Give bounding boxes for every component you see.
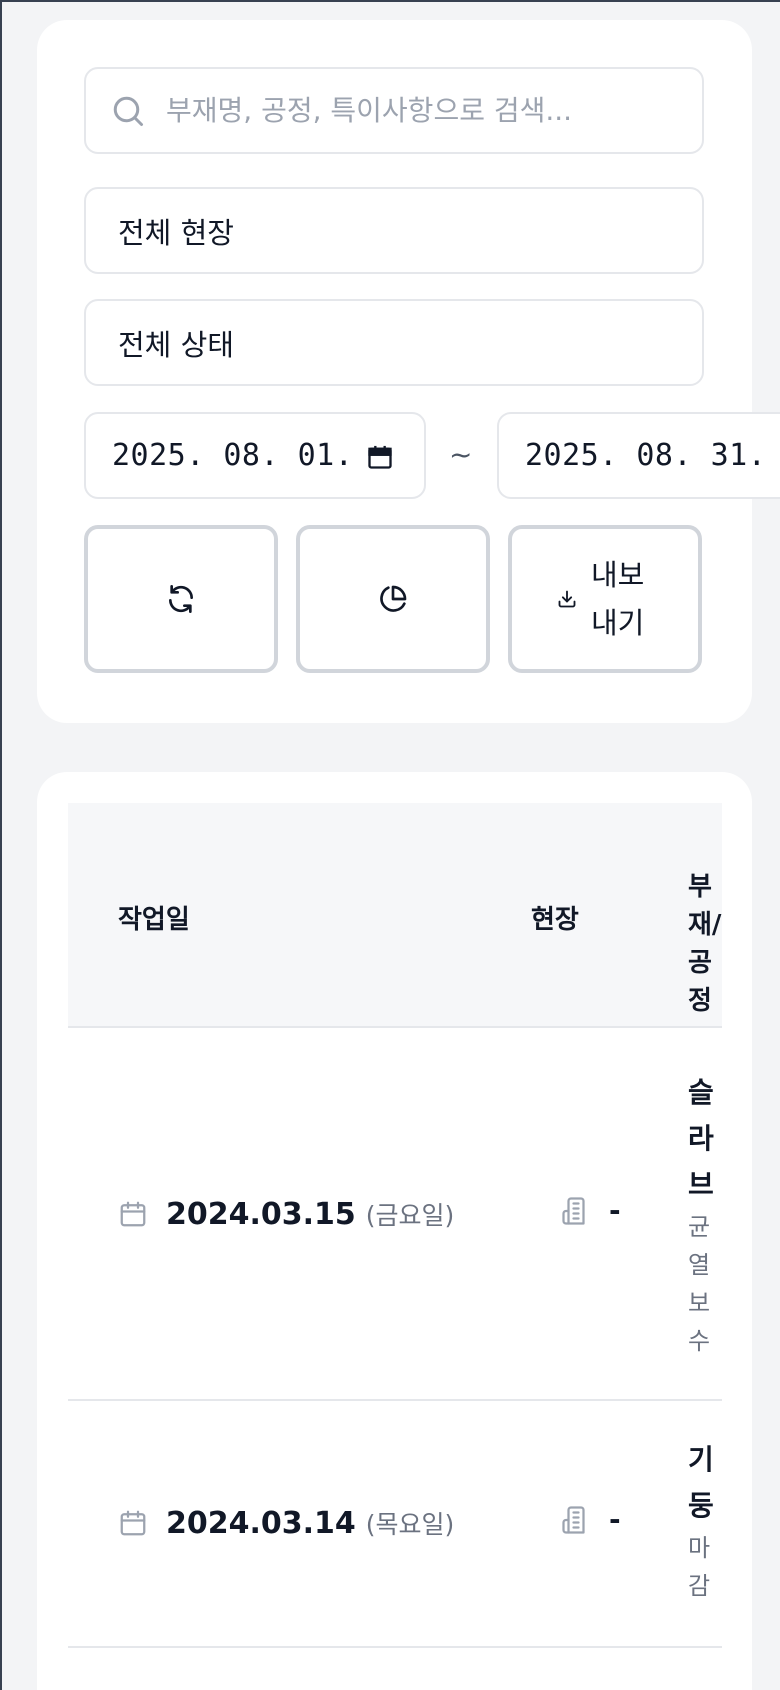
date-to-input[interactable]: 2025. 08. 31. (497, 412, 780, 499)
work-log-table: 작업일 현장 부재/공정 2024.03.15 (금요일) - 슬라브 균열보수… (37, 772, 752, 1690)
calendar-icon (120, 1201, 146, 1227)
refresh-icon (169, 585, 193, 613)
row-date-cell: 2024.03.14 (목요일) (118, 1505, 454, 1541)
date-from-input[interactable]: 2025. 08. 01. (84, 412, 426, 499)
building-icon (562, 1505, 585, 1534)
calendar-icon (120, 1510, 146, 1536)
table-row[interactable]: 2024.03.14 (목요일) - 기둥 마감 (68, 1401, 722, 1648)
status-select[interactable]: 전체 상태 (84, 299, 704, 386)
table-header: 작업일 현장 부재/공정 (68, 803, 722, 1028)
export-button-label: 내보내기 (591, 558, 645, 640)
date-from-value: 2025. 08. 01. (112, 438, 354, 473)
row-site-cell: - (561, 1194, 621, 1227)
row-part-cell: 기둥 마감 (688, 1437, 720, 1605)
download-icon (558, 590, 576, 608)
export-button-content: 내보내기 (557, 551, 653, 647)
building-icon (562, 1196, 585, 1225)
export-button[interactable]: 내보내기 (508, 525, 702, 673)
site-select[interactable]: 전체 현장 (84, 187, 704, 274)
row-date: 2024.03.15 (166, 1196, 356, 1232)
row-part-name: 슬라브 (688, 1076, 714, 1201)
row-weekday: (목요일) (365, 1510, 455, 1539)
row-process: 마감 (688, 1534, 711, 1600)
status-select-value: 전체 상태 (118, 327, 234, 362)
row-part-name: 기둥 (688, 1443, 714, 1522)
row-site: - (609, 1194, 621, 1227)
refresh-button[interactable] (84, 525, 278, 673)
row-site: - (609, 1503, 621, 1536)
calendar-picker-icon[interactable] (366, 442, 394, 472)
row-weekday: (금요일) (365, 1201, 455, 1230)
date-range-separator: ~ (449, 438, 473, 471)
search-icon (113, 96, 143, 126)
column-header-site[interactable]: 현장 (531, 899, 579, 936)
pie-chart-icon (380, 585, 407, 612)
row-site-cell: - (561, 1503, 621, 1536)
filter-panel: 전체 현장 전체 상태 2025. 08. 01. ~ 2025. 08. 31… (37, 20, 780, 723)
search-field[interactable] (84, 67, 704, 154)
row-process: 균열보수 (688, 1213, 711, 1355)
row-date: 2024.03.14 (166, 1505, 356, 1541)
search-input[interactable] (166, 94, 686, 127)
row-part-cell: 슬라브 균열보수 (688, 1070, 720, 1360)
table-row[interactable] (68, 1648, 722, 1690)
site-select-value: 전체 현장 (118, 215, 234, 250)
table-row[interactable]: 2024.03.15 (금요일) - 슬라브 균열보수 (68, 1028, 722, 1401)
date-to-value: 2025. 08. 31. (525, 438, 767, 473)
row-date-cell: 2024.03.15 (금요일) (118, 1196, 454, 1232)
app-frame: 전체 현장 전체 상태 2025. 08. 01. ~ 2025. 08. 31… (0, 0, 780, 1690)
statistics-button[interactable] (296, 525, 490, 673)
column-header-part[interactable]: 부재/공정 (688, 868, 721, 1020)
column-header-date[interactable]: 작업일 (118, 899, 190, 936)
